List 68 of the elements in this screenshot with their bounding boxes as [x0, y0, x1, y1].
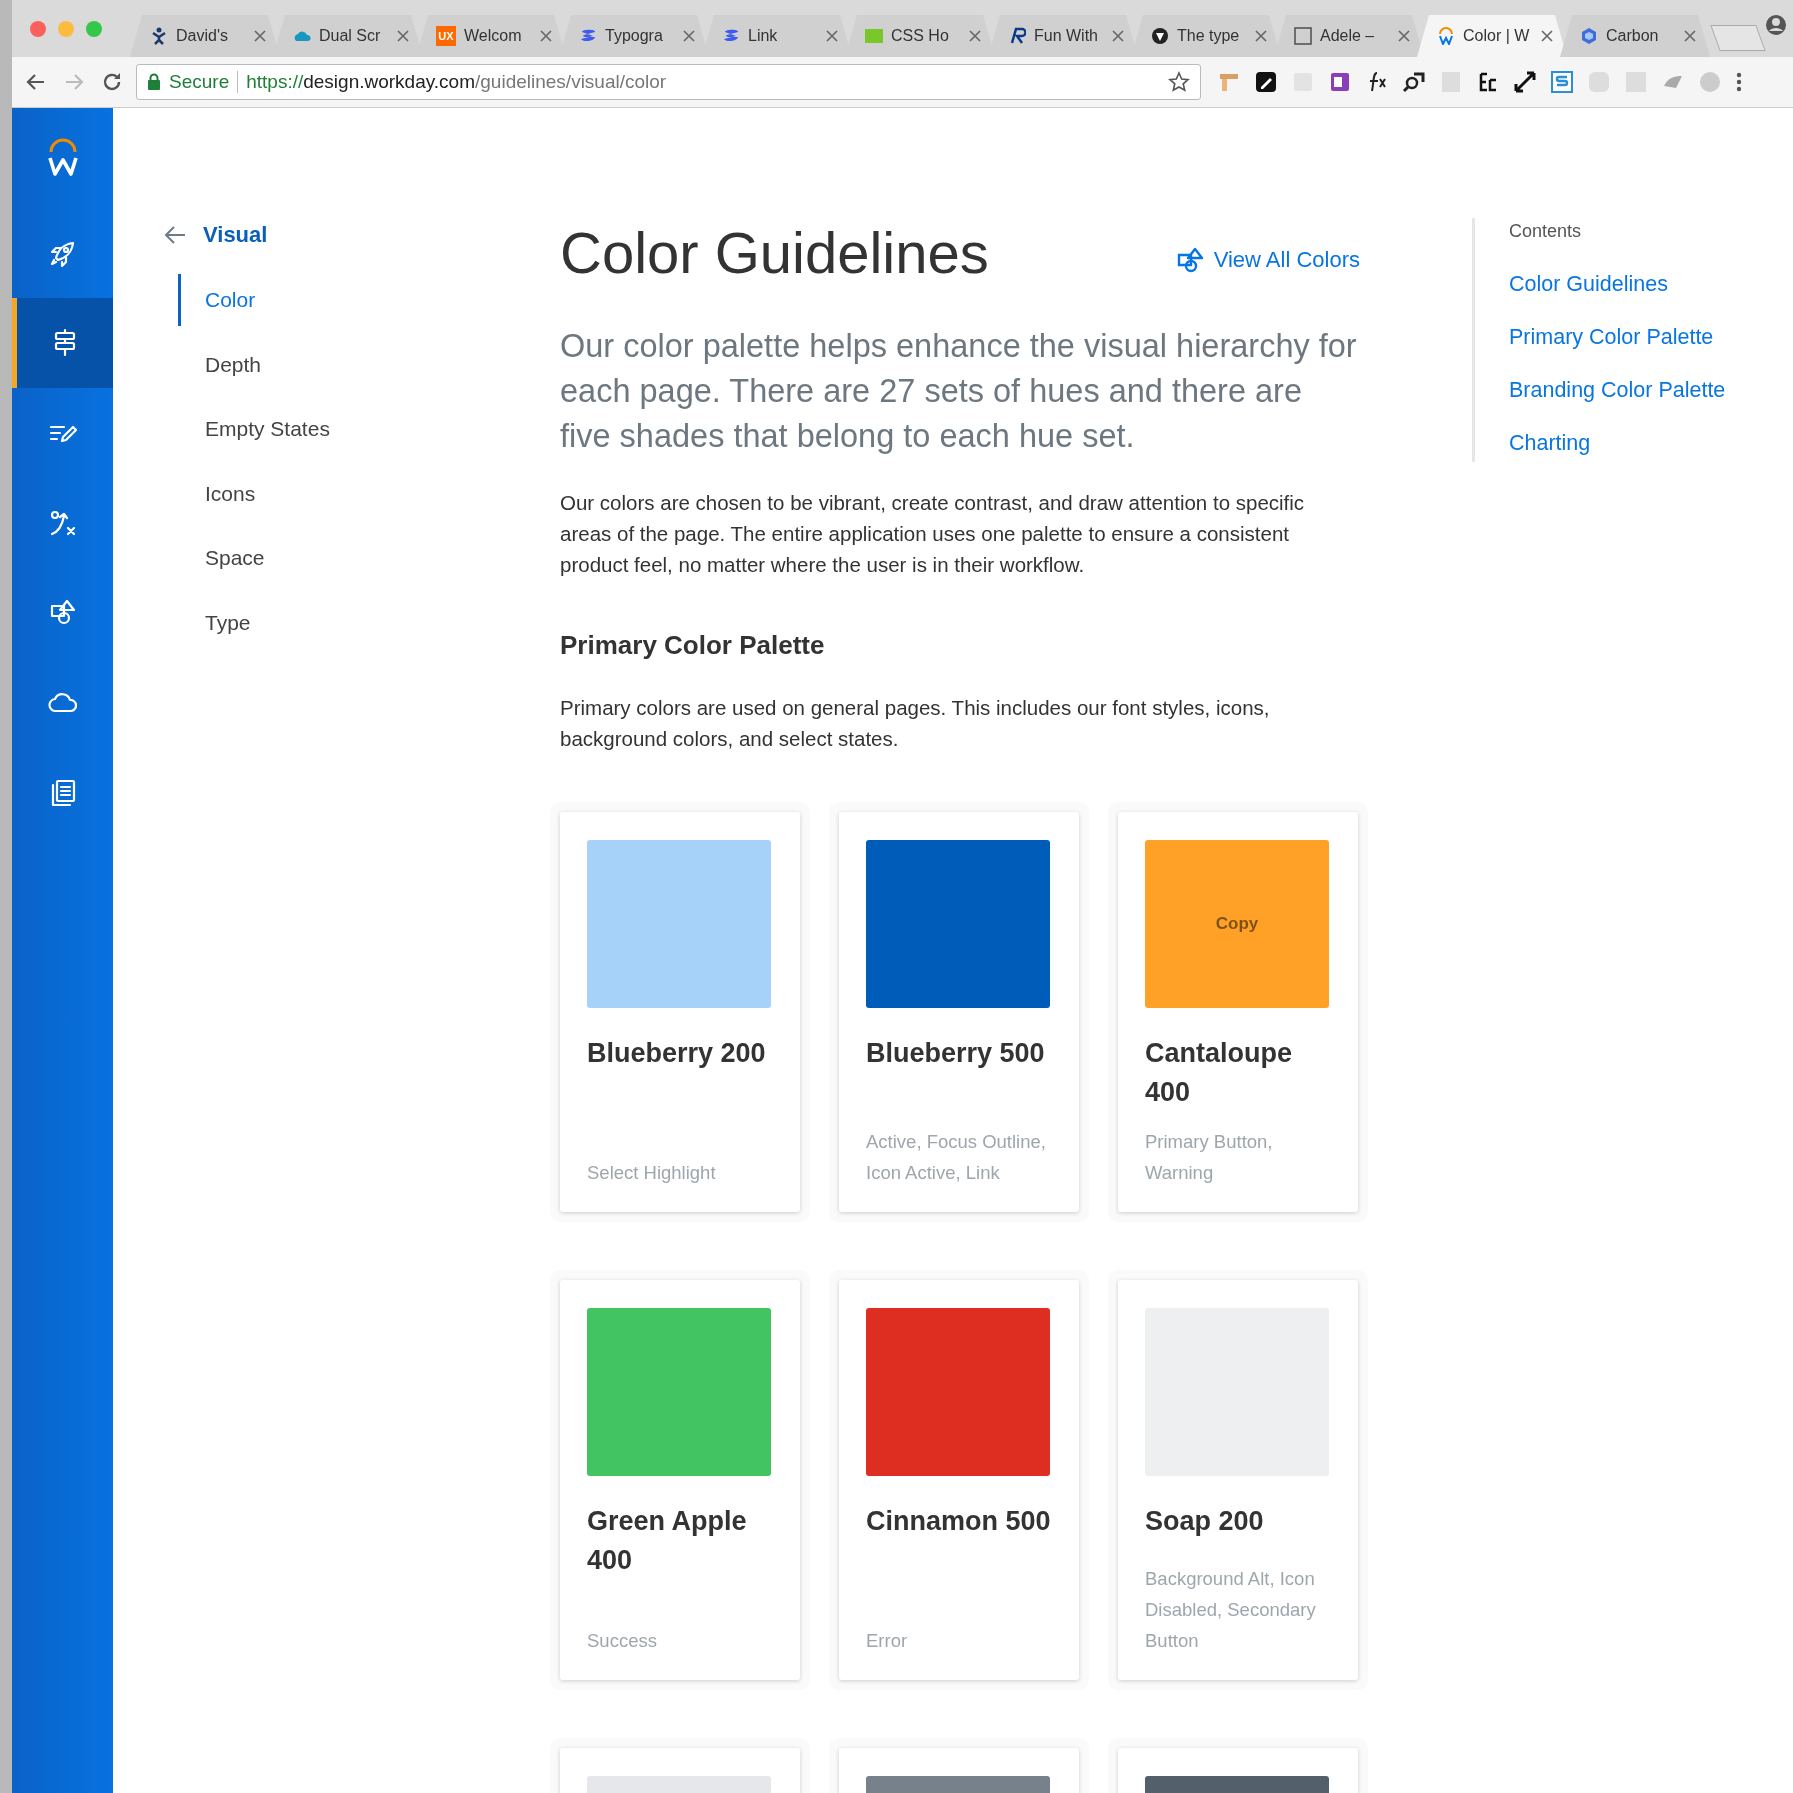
favicon-icon [1151, 27, 1169, 45]
page-title: Color Guidelines [560, 219, 989, 287]
section-paragraph: Primary colors are used on general pages. This includes our font styles, icons, background colors, and select states. [560, 695, 1271, 752]
color-usage: Error [866, 1629, 909, 1653]
contents-link[interactable]: Charting [1509, 428, 1726, 458]
color-name: Cinnamon 500 [866, 1505, 1052, 1538]
color-usage: Primary Button, Warning [1145, 1130, 1274, 1185]
nav-link[interactable]: Depth [178, 338, 560, 391]
intro-paragraph: Our colors are chosen to be vibrant, create contrast, and draw attention to specific areas of the page. The entire application uses one palette to ensure a consistent product feel, no matter where the user is in their workflow. [560, 490, 1306, 578]
close-tab-icon[interactable] [254, 30, 266, 42]
secure-label: Secure [169, 71, 230, 93]
color-usage: Select Highlight [587, 1161, 717, 1185]
color-name: Cantaloupe 400 [1145, 1037, 1293, 1109]
color-swatch[interactable] [587, 1308, 771, 1476]
close-tab-icon[interactable] [826, 30, 838, 42]
close-tab-icon[interactable] [397, 30, 409, 42]
color-usage: Success [587, 1629, 658, 1653]
back-link[interactable]: Visual [203, 222, 268, 248]
close-tab-icon[interactable] [969, 30, 981, 42]
close-tab-icon[interactable] [1398, 30, 1410, 42]
nav-link[interactable]: Color [178, 274, 560, 326]
close-tab-icon[interactable] [1255, 30, 1267, 42]
color-name: Green Apple 400 [587, 1505, 748, 1577]
contents-link[interactable]: Color Guidelines [1509, 269, 1726, 299]
contents-link[interactable]: Branding Color Palette [1509, 375, 1726, 405]
lead-paragraph: Our color palette helps enhance the visual hierarchy for each page. There are 27 sets of hues and there are five shades that belong to each hue set. [560, 327, 1358, 456]
favicon-icon [150, 27, 168, 45]
color-usage: Background Alt, Icon Disabled, Secondary Button [1145, 1567, 1317, 1653]
close-window-button[interactable] [30, 21, 46, 37]
close-tab-icon[interactable] [1684, 30, 1696, 42]
color-usage: Active, Focus Outline, Icon Active, Link [866, 1130, 1047, 1185]
close-tab-icon[interactable] [683, 30, 695, 42]
color-name: Blueberry 200 [587, 1037, 767, 1070]
close-tab-icon[interactable] [1541, 30, 1553, 42]
contents-heading: Contents [1509, 220, 1583, 243]
nav-link[interactable]: Icons [178, 467, 560, 520]
contents-link[interactable]: Primary Color Palette [1509, 322, 1726, 352]
favicon-icon: UX [436, 26, 456, 46]
profile-icon[interactable] [1765, 14, 1787, 36]
lock-icon [147, 73, 161, 91]
extension-icon[interactable] [1328, 70, 1352, 94]
url-text: https://design.workday.com/guidelines/visual/color [246, 71, 667, 93]
view-all-colors-link[interactable]: View All Colors [1175, 247, 1360, 273]
favicon-icon [865, 27, 883, 45]
menu-icon[interactable] [1735, 70, 1743, 94]
rail-item-highlight[interactable] [12, 298, 113, 388]
color-swatch[interactable] [866, 840, 1050, 1008]
extension-icon[interactable] [1402, 70, 1426, 94]
shapes-icon [1175, 247, 1204, 273]
section-heading: Primary Color Palette [560, 629, 826, 662]
extension-icon[interactable] [1254, 70, 1278, 94]
color-swatch[interactable] [587, 840, 771, 1008]
color-swatch[interactable] [866, 1308, 1050, 1476]
favicon-icon [1008, 27, 1026, 45]
favicon-icon [1294, 27, 1312, 45]
favicon-icon [1437, 27, 1455, 45]
nav-link[interactable]: Type [178, 596, 560, 649]
close-tab-icon[interactable] [1112, 30, 1124, 42]
close-tab-icon[interactable] [540, 30, 552, 42]
address-bar[interactable]: Secure https://design.workday.com/guidelines/visual/color [136, 64, 1201, 100]
color-name: Blueberry 500 [866, 1037, 1046, 1070]
color-name: Soap 200 [1145, 1505, 1265, 1538]
extension-icon[interactable] [1513, 70, 1537, 94]
favicon-icon [1580, 27, 1598, 45]
nav-link[interactable]: Empty States [178, 403, 560, 455]
bookmark-star-icon[interactable] [1168, 71, 1190, 93]
browser-tab[interactable]: Carbon [1560, 15, 1710, 57]
nav-link[interactable]: Space [178, 532, 560, 584]
